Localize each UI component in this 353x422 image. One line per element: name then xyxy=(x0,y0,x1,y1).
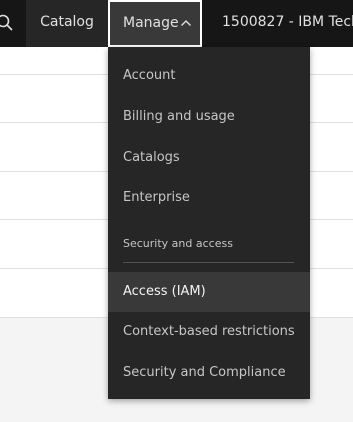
search-button[interactable] xyxy=(0,0,26,47)
menu-item-label: Security and Compliance xyxy=(123,365,286,380)
catalog-menu-button[interactable]: Catalog xyxy=(26,0,108,47)
menu-item-label: Billing and usage xyxy=(123,109,235,124)
account-label: 1500827 - IBM Tech xyxy=(222,14,353,30)
menu-item-label: Account xyxy=(123,68,176,83)
top-navigation-bar: Catalog Manage 1500827 - IBM Tech xyxy=(0,0,353,47)
menu-item-label: Access (IAM) xyxy=(123,284,206,299)
menu-item-account[interactable]: Account xyxy=(108,56,310,96)
section-title-security: Security and access xyxy=(123,237,233,250)
menu-item-enterprise[interactable]: Enterprise xyxy=(108,178,310,218)
manage-menu-button[interactable]: Manage xyxy=(108,0,202,47)
section-divider xyxy=(123,262,294,263)
search-icon xyxy=(0,14,13,31)
chevron-up-icon xyxy=(181,20,191,26)
menu-item-label: Catalogs xyxy=(123,150,180,165)
manage-label: Manage xyxy=(123,15,179,31)
menu-item-security-and-compliance[interactable]: Security and Compliance xyxy=(108,353,310,393)
app-root: Catalog Manage 1500827 - IBM Tech Accoun… xyxy=(0,0,353,422)
menu-item-access-iam[interactable]: Access (IAM) xyxy=(108,272,310,312)
manage-dropdown-menu: Account Billing and usage Catalogs Enter… xyxy=(108,47,310,399)
menu-item-context-based-restrictions[interactable]: Context-based restrictions xyxy=(108,312,310,352)
menu-item-label: Enterprise xyxy=(123,190,190,205)
menu-item-billing-and-usage[interactable]: Billing and usage xyxy=(108,97,310,137)
menu-item-label: Context-based restrictions xyxy=(123,324,295,339)
account-switcher[interactable]: 1500827 - IBM Tech xyxy=(206,0,353,47)
menu-item-catalogs[interactable]: Catalogs xyxy=(108,138,310,178)
catalog-label: Catalog xyxy=(40,14,94,30)
